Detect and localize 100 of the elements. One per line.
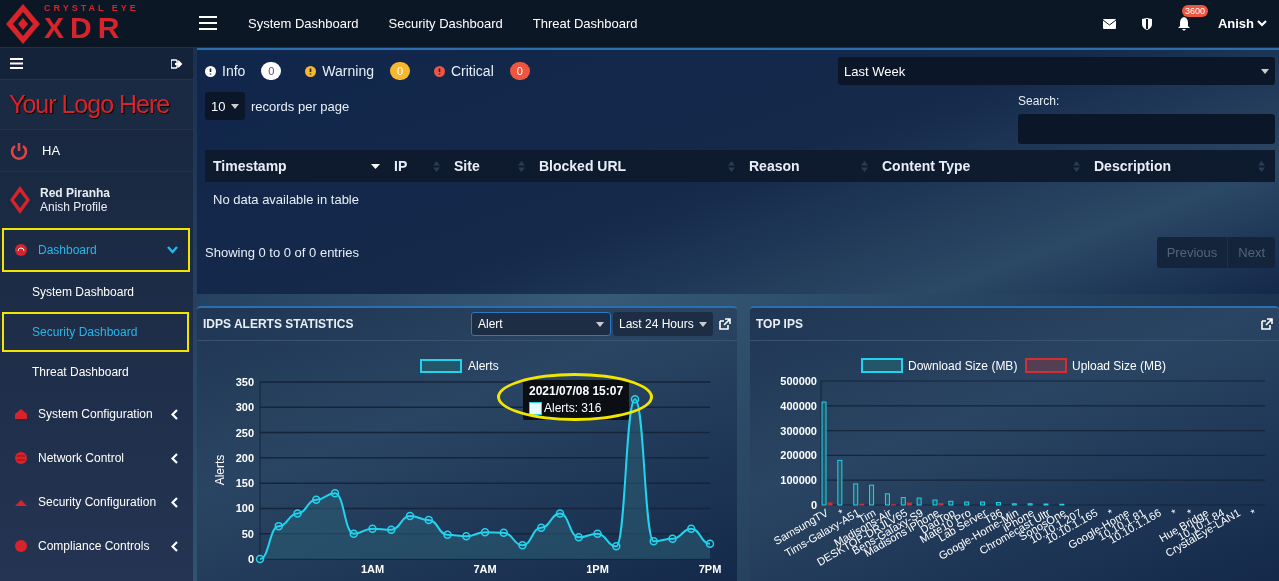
y-tick-label: 100000 (780, 474, 817, 487)
period-select[interactable]: Last Week (838, 57, 1275, 85)
tooltip-title: 2021/07/08 15:07 (529, 383, 624, 400)
point (480, 527, 490, 537)
point (630, 394, 640, 404)
sidebar-item[interactable]: System Configuration (2, 392, 190, 436)
point (687, 524, 696, 533)
logout-icon[interactable] (171, 58, 183, 69)
point (274, 521, 283, 531)
column-header[interactable]: Content Type (874, 150, 1086, 182)
exclamation-icon (305, 65, 317, 77)
brand-tagline: CRYSTAL EYE (44, 4, 139, 13)
page-length-select[interactable]: 10 (205, 92, 245, 120)
sidebar-item[interactable]: Security Configuration (2, 480, 190, 524)
point (537, 523, 546, 532)
y-tick-label: 350 (235, 376, 254, 388)
legend-label: Download Size (MB) (908, 359, 1018, 373)
sidebar-item[interactable]: Dashboard (2, 228, 190, 272)
bell-icon[interactable] (1177, 16, 1190, 31)
point (462, 531, 471, 541)
diamond-logo-icon (10, 186, 30, 214)
y-tick-label: 300000 (780, 424, 817, 437)
column-header[interactable]: Reason (741, 150, 874, 182)
y-tick-label: 300 (235, 401, 254, 414)
ha-label[interactable]: HA (42, 143, 61, 158)
x-tick-label: * (1248, 506, 1259, 519)
sidebar-item[interactable]: Compliance Controls (2, 524, 190, 568)
y-tick-label: 200000 (780, 449, 817, 462)
severity-count: 0 (390, 62, 410, 80)
brand-name: XDR (44, 13, 127, 43)
caret-icon (1261, 68, 1269, 74)
globe-icon (14, 451, 28, 465)
severity-label: Critical (451, 63, 494, 79)
external-link-icon[interactable] (719, 318, 731, 330)
circle-icon (14, 539, 28, 553)
sidebar-subitem[interactable]: Threat Dashboard (2, 352, 189, 392)
column-header[interactable]: Site (446, 150, 531, 182)
point (405, 511, 415, 521)
legend-label: Alerts (468, 359, 499, 373)
point (518, 541, 527, 550)
bar (1043, 503, 1049, 506)
point (668, 534, 677, 544)
menu-icon[interactable] (198, 15, 218, 32)
power-icon[interactable] (10, 141, 28, 160)
point (443, 530, 452, 539)
profile-subtitle: Anish Profile (40, 200, 109, 214)
y-tick-label: 200 (235, 451, 254, 464)
exclamation-icon (205, 65, 216, 77)
user-menu[interactable]: Anish (1217, 16, 1267, 31)
sidebar-subitem[interactable]: Security Dashboard (2, 312, 189, 352)
column-header[interactable]: IP (386, 150, 446, 182)
y-tick-label: 150 (235, 477, 254, 490)
point (368, 524, 377, 533)
point (574, 533, 583, 542)
sidebar-subitem[interactable]: System Dashboard (2, 272, 189, 312)
y-tick-label: 50 (241, 527, 254, 540)
point (424, 515, 433, 525)
sidebar-item[interactable]: Network Control (2, 436, 190, 480)
bar (1027, 503, 1033, 506)
severity-label: Info (222, 63, 246, 79)
column-header[interactable]: Timestamp (205, 150, 386, 182)
profile-name: Red Piranha (40, 186, 111, 200)
bar (869, 484, 875, 506)
severity-count: 0 (261, 62, 282, 80)
chart-legend: Alerts (420, 359, 499, 373)
page-length-label: records per page (251, 98, 350, 114)
x-tick-label: 1PM (586, 563, 609, 575)
bar (964, 501, 970, 506)
range-select[interactable]: Last 24 Hours (613, 312, 713, 336)
bar (1059, 503, 1065, 506)
panel-title: TOP IPS (756, 317, 804, 331)
envelope-icon[interactable] (1102, 18, 1116, 29)
exclamation-icon (434, 65, 445, 77)
house-icon (14, 407, 28, 421)
top-nav-link[interactable]: System Dashboard (248, 16, 359, 31)
point (312, 495, 321, 505)
shield-icon[interactable] (1141, 17, 1152, 30)
menu-icon[interactable] (10, 58, 23, 69)
external-link-icon[interactable] (1261, 318, 1273, 330)
y-tick-label: 500000 (780, 375, 817, 387)
top-nav-link[interactable]: Security Dashboard (388, 16, 503, 31)
point (499, 528, 508, 537)
tooltip-value: Alerts: 316 (544, 400, 602, 417)
empty-table-message: No data available in table (212, 191, 360, 209)
top-nav-link[interactable]: Threat Dashboard (532, 16, 638, 31)
point (330, 489, 340, 498)
notification-badge: 3600 (1181, 4, 1208, 17)
x-tick-label: 1AM (360, 563, 385, 575)
point (293, 509, 302, 518)
point (555, 509, 565, 518)
column-header[interactable]: Blocked URL (531, 150, 741, 182)
search-field[interactable] (1018, 114, 1275, 144)
severity-label: Warning (322, 63, 374, 79)
y-tick-label: 0 (810, 499, 817, 511)
chevron-down-icon (1257, 20, 1267, 27)
column-header[interactable]: Description (1086, 150, 1271, 182)
bar (837, 459, 843, 506)
bar (948, 500, 954, 506)
metric-select[interactable]: Alert (471, 312, 611, 336)
legend-swatch (529, 402, 542, 415)
